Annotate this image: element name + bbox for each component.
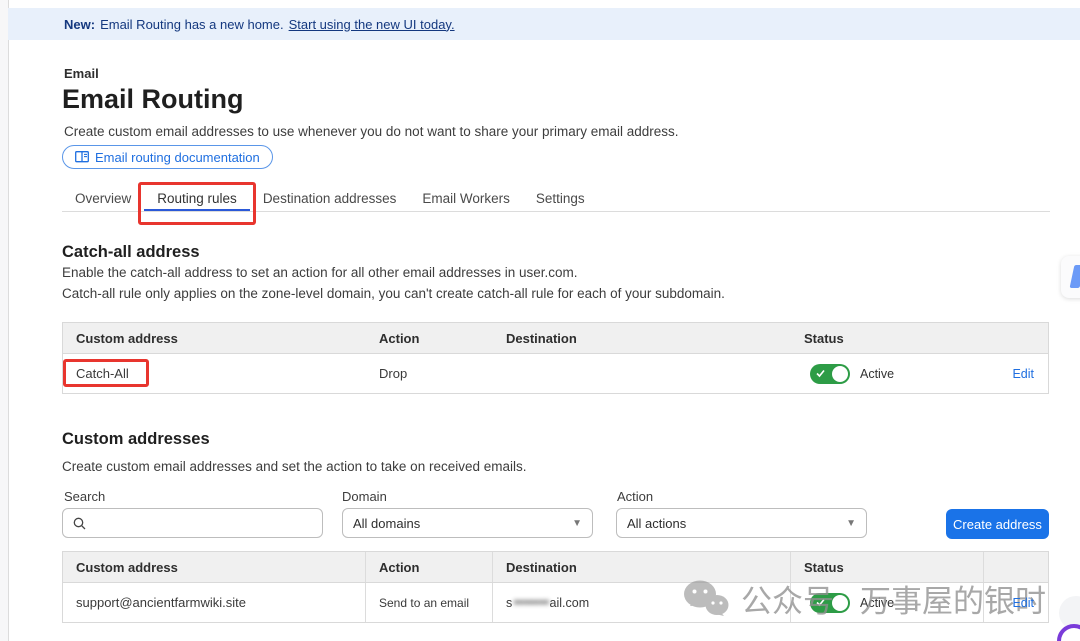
custom-addresses-table-header: Custom address Action Destination Status [63, 552, 1048, 583]
banner-message: Email Routing has a new home. [100, 17, 284, 32]
chevron-down-icon: ▼ [846, 518, 856, 529]
custom-addresses-table: Custom address Action Destination Status… [62, 551, 1049, 623]
catch-all-heading: Catch-all address [62, 243, 200, 262]
tab-bar: Overview Routing rules Destination addre… [62, 186, 1050, 212]
catch-all-edit-link[interactable]: Edit [1012, 367, 1034, 381]
action-select[interactable]: All actions ▼ [616, 508, 867, 538]
column-header-destination: Destination [493, 323, 791, 353]
catch-all-status-toggle[interactable] [810, 364, 850, 384]
check-icon [816, 369, 825, 378]
catch-all-row-action: Drop [366, 354, 493, 393]
check-icon [816, 598, 825, 607]
column-header-action: Action [366, 323, 493, 353]
domain-select-value: All domains [353, 516, 420, 531]
custom-address-status-label: Active [860, 596, 894, 610]
action-label: Action [617, 489, 653, 504]
column-header-status: Status [791, 552, 984, 582]
email-routing-documentation-button[interactable]: Email routing documentation [62, 145, 273, 169]
tab-overview[interactable]: Overview [62, 186, 144, 211]
tab-settings[interactable]: Settings [523, 186, 598, 211]
tab-destination-addresses[interactable]: Destination addresses [250, 186, 410, 211]
custom-address-status-toggle[interactable] [810, 593, 850, 613]
tab-routing-rules[interactable]: Routing rules [144, 186, 250, 211]
helper-widget-icon [1070, 265, 1080, 288]
custom-address-row-destination: s●●●●●●●ail.com [506, 596, 589, 610]
column-header-blank [984, 552, 1048, 582]
domain-select[interactable]: All domains ▼ [342, 508, 593, 538]
search-icon [73, 517, 86, 530]
catch-all-row-destination [493, 354, 791, 393]
new-ui-banner: New: Email Routing has a new home. Start… [8, 8, 1080, 40]
column-header-destination: Destination [493, 552, 791, 582]
search-label: Search [64, 489, 105, 504]
book-icon [75, 151, 89, 163]
custom-addresses-description: Create custom email addresses and set th… [62, 459, 527, 474]
tab-email-workers[interactable]: Email Workers [409, 186, 523, 211]
custom-address-row-name: support@ancientfarmwiki.site [63, 583, 366, 622]
catch-all-table: Custom address Action Destination Status… [62, 322, 1049, 394]
catch-all-table-header: Custom address Action Destination Status [63, 323, 1048, 354]
catch-all-table-row: Catch-All Drop Active Edit [63, 354, 1048, 393]
column-header-blank [984, 323, 1048, 353]
sidebar-edge [0, 0, 9, 641]
masked-email-segment: ●●●●●●● [513, 597, 548, 608]
column-header-status: Status [791, 323, 984, 353]
email-routing-page: New: Email Routing has a new home. Start… [0, 0, 1080, 641]
banner-link[interactable]: Start using the new UI today. [289, 17, 455, 32]
floating-avatar-button[interactable] [1057, 624, 1080, 641]
column-header-custom-address: Custom address [63, 323, 366, 353]
catch-all-description-line2: Catch-all rule only applies on the zone-… [62, 286, 725, 301]
tab-routing-rules-label: Routing rules [157, 191, 237, 206]
catch-all-description-line1: Enable the catch-all address to set an a… [62, 265, 578, 280]
column-header-action: Action [366, 552, 493, 582]
custom-address-table-row: support@ancientfarmwiki.site Send to an … [63, 583, 1048, 622]
domain-label: Domain [342, 489, 387, 504]
column-header-custom-address: Custom address [63, 552, 366, 582]
custom-address-row-action: Send to an email [366, 583, 493, 622]
search-input[interactable] [62, 508, 323, 538]
floating-helper-widget[interactable] [1061, 256, 1080, 298]
page-title: Email Routing [62, 84, 244, 115]
catch-all-row-name: Catch-All [76, 366, 129, 381]
custom-addresses-heading: Custom addresses [62, 430, 210, 449]
breadcrumb-email: Email [64, 66, 99, 81]
page-description: Create custom email addresses to use whe… [64, 124, 679, 139]
chevron-down-icon: ▼ [572, 518, 582, 529]
create-address-button[interactable]: Create address [946, 509, 1049, 539]
doc-button-label: Email routing documentation [95, 150, 260, 165]
banner-badge: New: [64, 17, 95, 32]
custom-address-edit-link[interactable]: Edit [1012, 596, 1034, 610]
catch-all-status-label: Active [860, 367, 894, 381]
action-select-value: All actions [627, 516, 686, 531]
